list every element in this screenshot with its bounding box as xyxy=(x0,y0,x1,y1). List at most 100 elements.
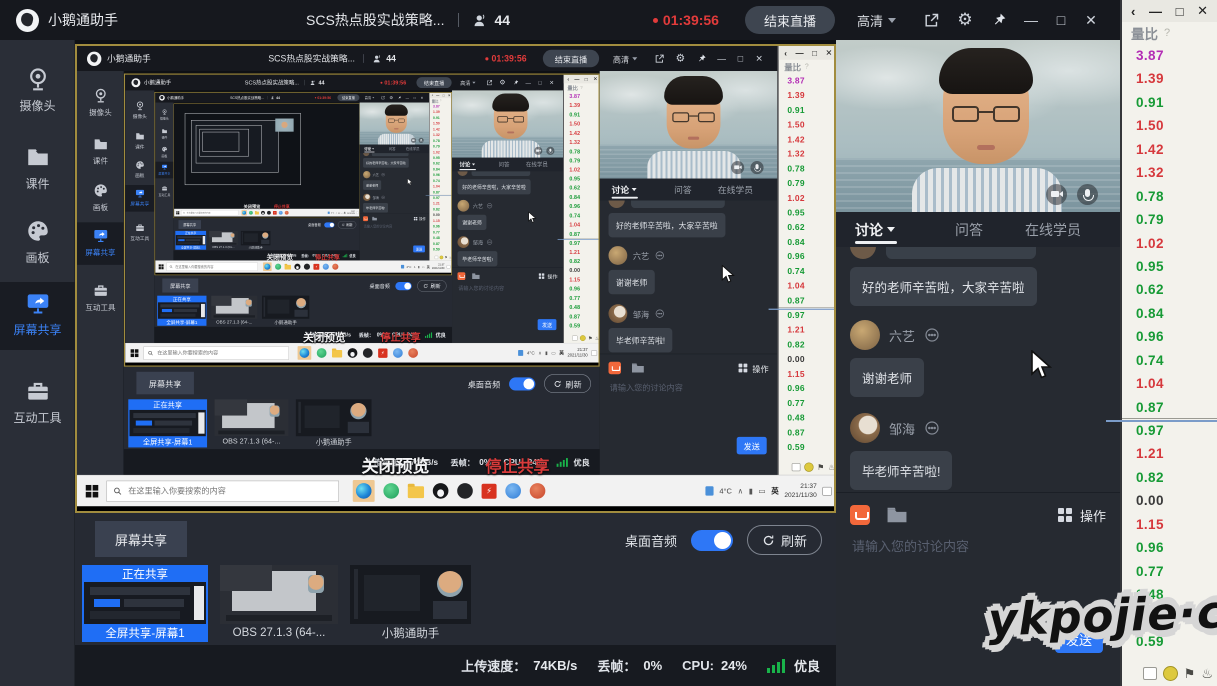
pin-icon[interactable] xyxy=(691,54,712,64)
share-source-assistant[interactable]: 小鹅通助手 xyxy=(295,399,372,447)
tab-online-students[interactable]: 在线学员 xyxy=(519,158,555,172)
folder-icon[interactable] xyxy=(372,216,377,221)
pin-icon[interactable] xyxy=(395,96,403,100)
red-packet-icon[interactable] xyxy=(608,361,622,375)
mic-toggle-icon[interactable] xyxy=(546,146,555,155)
red-packet-icon[interactable] xyxy=(457,272,466,281)
share-source-assistant[interactable]: 小鹅通助手 xyxy=(261,295,310,326)
close-button[interactable]: ✕ xyxy=(826,48,833,58)
sidebar-item-camera[interactable]: 摄像头 xyxy=(77,82,124,117)
share-source-screen1[interactable]: 正在共享 全屏共享-屏幕1 xyxy=(128,399,208,448)
actions-group[interactable]: 操作 xyxy=(413,216,426,221)
sidebar-item-camera[interactable]: 摄像头 xyxy=(125,97,154,119)
share-source-obs[interactable]: OBS 27.1.3 (64-... xyxy=(214,399,289,447)
minimize-button[interactable]: — xyxy=(712,54,731,64)
chat-input[interactable] xyxy=(608,382,769,394)
tab-online-students[interactable]: 在线学员 xyxy=(401,145,423,154)
share-source-screen1[interactable]: 正在共享 全屏共享-屏幕1 xyxy=(157,295,207,326)
minimize-button[interactable]: — xyxy=(404,96,411,100)
share-source-obs[interactable]: OBS 27.1.3 (64-... xyxy=(211,295,258,326)
settings-gear-icon[interactable]: ⚙ xyxy=(496,79,509,87)
share-source-obs[interactable]: OBS 27.1.3 (64-... xyxy=(209,230,238,250)
close-button[interactable]: ✕ xyxy=(418,96,425,100)
tab-qa[interactable]: 问答 xyxy=(383,145,402,154)
close-button[interactable]: ✕ xyxy=(546,79,558,86)
folder-icon[interactable] xyxy=(886,506,908,524)
sidebar-item-courseware[interactable]: 课件 xyxy=(0,136,75,192)
send-button[interactable]: 发送 xyxy=(413,245,425,253)
back-button[interactable]: ‹ xyxy=(784,48,787,57)
maximize-button[interactable]: □ xyxy=(812,48,817,57)
end-live-button[interactable]: 结束直播 xyxy=(416,77,452,89)
quality-select[interactable]: 高清 xyxy=(460,79,476,86)
sidebar-item-camera[interactable]: 摄像头 xyxy=(0,58,75,114)
tab-qa[interactable]: 问答 xyxy=(931,212,1007,247)
back-button[interactable]: ‹ xyxy=(567,76,569,82)
actions-group[interactable]: 操作 xyxy=(738,362,769,374)
tab-screen-share[interactable]: 屏幕共享 xyxy=(136,371,194,395)
pin-icon[interactable] xyxy=(509,79,522,85)
maximize-button[interactable]: □ xyxy=(443,94,445,98)
send-button[interactable]: 发送 xyxy=(537,319,557,331)
tab-online-students[interactable]: 在线学员 xyxy=(707,179,765,201)
tab-screen-share[interactable]: 屏幕共享 xyxy=(178,220,201,229)
chat-input[interactable] xyxy=(850,538,1106,555)
chat-input[interactable] xyxy=(363,224,426,229)
sidebar-item-screen-share[interactable]: 屏幕共享 xyxy=(0,282,75,350)
tab-online-students[interactable]: 在线学员 xyxy=(1007,212,1099,247)
desktop-audio-toggle[interactable] xyxy=(324,222,335,228)
stock-column-header[interactable]: 量比 ? xyxy=(564,83,599,92)
back-button[interactable]: ‹ xyxy=(1131,4,1135,19)
quality-select[interactable]: 高清 xyxy=(613,53,638,65)
share-icon[interactable] xyxy=(379,95,387,100)
tab-discussion[interactable]: 讨论 xyxy=(459,158,489,172)
refresh-button[interactable]: 刷新 xyxy=(746,525,822,555)
settings-gear-icon[interactable]: ⚙ xyxy=(387,95,395,100)
minimize-button[interactable]: — xyxy=(574,76,579,82)
camera-toggle-icon[interactable] xyxy=(534,146,543,155)
share-icon[interactable] xyxy=(914,12,948,29)
tab-discussion[interactable]: 讨论 xyxy=(364,145,383,154)
maximize-button[interactable]: □ xyxy=(534,79,546,85)
close-button[interactable]: ✕ xyxy=(750,53,769,64)
sidebar-item-tools[interactable]: 互动工具 xyxy=(155,183,173,197)
sidebar-item-whiteboard[interactable]: 画板 xyxy=(155,144,173,158)
desktop-audio-toggle[interactable] xyxy=(395,281,412,291)
send-button[interactable]: 发送 xyxy=(736,436,767,455)
maximize-button[interactable]: □ xyxy=(1046,12,1076,28)
actions-group[interactable]: 操作 xyxy=(1057,506,1106,525)
minimize-button[interactable]: — xyxy=(795,48,803,57)
share-source-obs[interactable]: OBS 27.1.3 (64-... xyxy=(220,565,338,642)
maximize-button[interactable]: □ xyxy=(411,96,418,100)
sidebar-item-tools[interactable]: 互动工具 xyxy=(77,277,124,312)
sidebar-item-tools[interactable]: 互动工具 xyxy=(0,370,75,426)
camera-toggle-icon[interactable] xyxy=(1046,184,1067,205)
sidebar-item-whiteboard[interactable]: 画板 xyxy=(125,157,154,179)
tab-screen-share[interactable]: 屏幕共享 xyxy=(95,521,187,557)
tab-qa[interactable]: 问答 xyxy=(659,179,707,201)
sidebar-item-courseware[interactable]: 课件 xyxy=(125,128,154,150)
back-button[interactable]: ‹ xyxy=(432,94,433,98)
settings-gear-icon[interactable]: ⚙ xyxy=(670,52,691,65)
settings-gear-icon[interactable]: ⚙ xyxy=(948,10,982,30)
sidebar-item-screen-share[interactable]: 屏幕共享 xyxy=(155,161,174,179)
maximize-button[interactable]: □ xyxy=(731,54,750,64)
minimize-button[interactable]: — xyxy=(1149,4,1162,19)
actions-group[interactable]: 操作 xyxy=(538,272,558,279)
refresh-button[interactable]: 刷新 xyxy=(417,280,447,292)
sidebar-item-screen-share[interactable]: 屏幕共享 xyxy=(125,185,155,212)
maximize-button[interactable]: □ xyxy=(585,76,588,82)
sidebar-item-courseware[interactable]: 课件 xyxy=(155,126,173,140)
stock-column-header[interactable]: 量比 ? xyxy=(1122,22,1217,44)
minimize-button[interactable]: — xyxy=(522,79,534,85)
mic-toggle-icon[interactable] xyxy=(750,161,764,175)
pin-icon[interactable] xyxy=(982,12,1016,28)
minimize-button[interactable]: — xyxy=(436,94,439,98)
folder-icon[interactable] xyxy=(472,273,481,280)
close-button[interactable]: ✕ xyxy=(1197,3,1208,19)
minimize-button[interactable]: — xyxy=(1016,12,1046,28)
maximize-button[interactable]: □ xyxy=(1176,4,1184,19)
stock-column-header[interactable]: 量比 ? xyxy=(779,60,834,74)
quality-select[interactable]: 高清 xyxy=(857,11,896,30)
tab-qa[interactable]: 问答 xyxy=(489,158,519,172)
